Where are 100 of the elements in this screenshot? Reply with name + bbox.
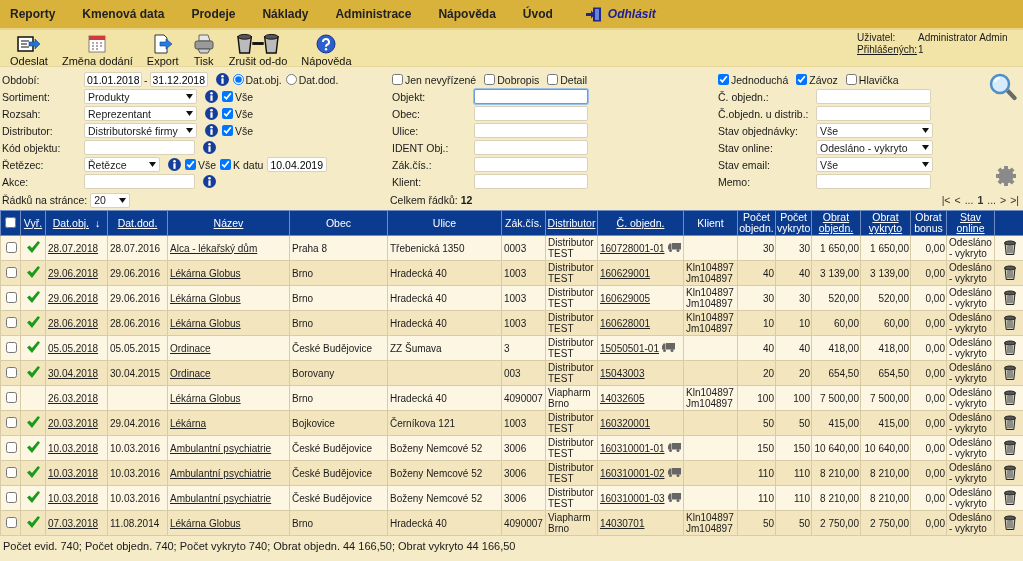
row-checkbox[interactable] — [5, 466, 17, 478]
trash-icon[interactable] — [1003, 339, 1016, 355]
trash-icon[interactable] — [1003, 239, 1016, 255]
row-checkbox[interactable] — [5, 516, 17, 528]
dropdown[interactable]: Distributorské firmy — [84, 123, 197, 138]
name-link[interactable]: Ordinace — [170, 342, 211, 354]
pager-link[interactable]: > — [1000, 194, 1007, 206]
date-field[interactable]: 01.01.2018 — [84, 72, 142, 87]
column-header-link[interactable]: Dat.obj. — [52, 217, 89, 229]
row-checkbox[interactable] — [5, 441, 17, 453]
pager-link[interactable]: |< — [941, 194, 951, 206]
radio-button[interactable] — [232, 74, 244, 85]
checkbox[interactable] — [796, 74, 808, 85]
info-icon[interactable] — [203, 175, 216, 188]
search-icon[interactable] — [989, 73, 1017, 101]
checkbox[interactable] — [392, 74, 403, 85]
trash-icon[interactable] — [1003, 439, 1016, 455]
dropdown[interactable]: Odesláno - vykryto — [816, 140, 933, 155]
input-field[interactable] — [474, 89, 588, 104]
row-checkbox[interactable] — [5, 341, 17, 353]
menu-item[interactable]: Náklady — [262, 7, 309, 21]
trash-icon[interactable] — [1003, 389, 1016, 405]
checkbox[interactable] — [220, 159, 232, 170]
row-checkbox[interactable] — [5, 291, 17, 303]
checkbox[interactable] — [222, 91, 233, 102]
logged-in-link[interactable]: Přihlášených: — [857, 44, 918, 55]
dropdown[interactable]: Vše — [816, 157, 933, 172]
dropdown[interactable]: Vše — [816, 123, 933, 138]
pager-link[interactable]: ... — [964, 194, 974, 206]
pager-link[interactable]: ... — [987, 194, 996, 206]
trash-icon[interactable] — [1003, 464, 1016, 480]
checkbox[interactable] — [222, 125, 233, 136]
select-all-checkbox[interactable] — [5, 216, 16, 228]
checkbox[interactable] — [222, 108, 233, 119]
trash-icon[interactable] — [1003, 314, 1016, 330]
toolbar-button[interactable]: Zrušit od-do — [226, 33, 290, 67]
input-field[interactable] — [474, 106, 588, 121]
table-cell: 0,00 — [910, 485, 947, 511]
trash-icon[interactable] — [1003, 264, 1016, 280]
logout-link[interactable]: Odhlásit — [585, 6, 656, 22]
info-icon[interactable] — [205, 124, 218, 137]
menu-item[interactable]: Prodeje — [191, 7, 236, 21]
info-icon[interactable] — [205, 90, 218, 103]
pager-link[interactable]: 1 — [977, 194, 984, 206]
row-checkbox[interactable] — [5, 266, 17, 278]
dropdown[interactable]: 20 — [90, 192, 131, 208]
toolbar-button[interactable]: Export — [144, 33, 181, 67]
input-field[interactable] — [816, 89, 931, 104]
dropdown[interactable]: Reprezentant — [84, 106, 197, 121]
info-icon[interactable] — [215, 73, 229, 86]
menu-item[interactable]: Nápověda — [438, 7, 496, 21]
checkbox[interactable] — [845, 74, 857, 85]
row-checkbox[interactable] — [5, 391, 17, 403]
column-header-link[interactable]: Název — [213, 217, 244, 229]
checkbox[interactable] — [718, 74, 729, 85]
menu-item[interactable]: Úvod — [522, 7, 553, 21]
column-header-link[interactable]: Obrat vykryto — [862, 212, 909, 234]
pager-link[interactable]: >| — [1010, 194, 1019, 206]
input-field[interactable] — [84, 140, 195, 155]
row-checkbox[interactable] — [5, 491, 17, 503]
radio-button[interactable] — [285, 74, 297, 85]
input-field[interactable] — [84, 174, 195, 189]
trash-icon[interactable] — [1003, 414, 1016, 430]
row-checkbox[interactable] — [5, 416, 17, 428]
toolbar-button[interactable]: Tisk — [190, 33, 217, 67]
menu-item[interactable]: Administrace — [335, 7, 412, 21]
dropdown[interactable]: Produkty — [84, 89, 197, 104]
name-link[interactable]: Ordinace — [170, 367, 211, 379]
menu-item[interactable]: Kmenová data — [82, 7, 165, 21]
info-icon[interactable] — [203, 141, 216, 154]
row-checkbox[interactable] — [5, 366, 17, 378]
trash-icon[interactable] — [1003, 489, 1016, 505]
menu-item[interactable]: Reporty — [10, 7, 56, 21]
toolbar-button[interactable]: Nápověda — [299, 33, 354, 67]
input-field[interactable] — [816, 174, 931, 189]
date-field[interactable]: 10.04.2019 — [267, 157, 328, 172]
trash-icon[interactable] — [1003, 289, 1016, 305]
input-field[interactable] — [474, 157, 588, 172]
toolbar-button[interactable]: Odeslat — [8, 33, 50, 67]
info-icon[interactable] — [168, 158, 181, 171]
date-field[interactable]: 31.12.2018 — [149, 72, 208, 87]
row-checkbox[interactable] — [5, 316, 17, 328]
column-header-link[interactable]: Stav online — [948, 212, 993, 234]
dropdown[interactable]: Řetězce — [84, 157, 160, 172]
trash-icon[interactable] — [1003, 364, 1016, 380]
input-field[interactable] — [474, 174, 588, 189]
input-field[interactable] — [816, 106, 931, 121]
toolbar-button[interactable]: Změna dodání — [59, 33, 135, 67]
pager-link[interactable]: < — [954, 194, 961, 206]
checkbox[interactable] — [547, 74, 559, 85]
row-checkbox[interactable] — [5, 241, 17, 253]
input-field[interactable] — [474, 140, 588, 155]
checkbox[interactable] — [484, 74, 496, 85]
name-link[interactable]: Lékárna — [170, 417, 207, 429]
input-field[interactable] — [474, 123, 588, 138]
checkbox[interactable] — [185, 159, 196, 170]
info-icon[interactable] — [205, 107, 218, 120]
settings-icon[interactable] — [995, 165, 1017, 187]
trash-icon[interactable] — [1003, 514, 1016, 530]
column-header-link[interactable]: Obrat objedn. — [813, 212, 859, 234]
